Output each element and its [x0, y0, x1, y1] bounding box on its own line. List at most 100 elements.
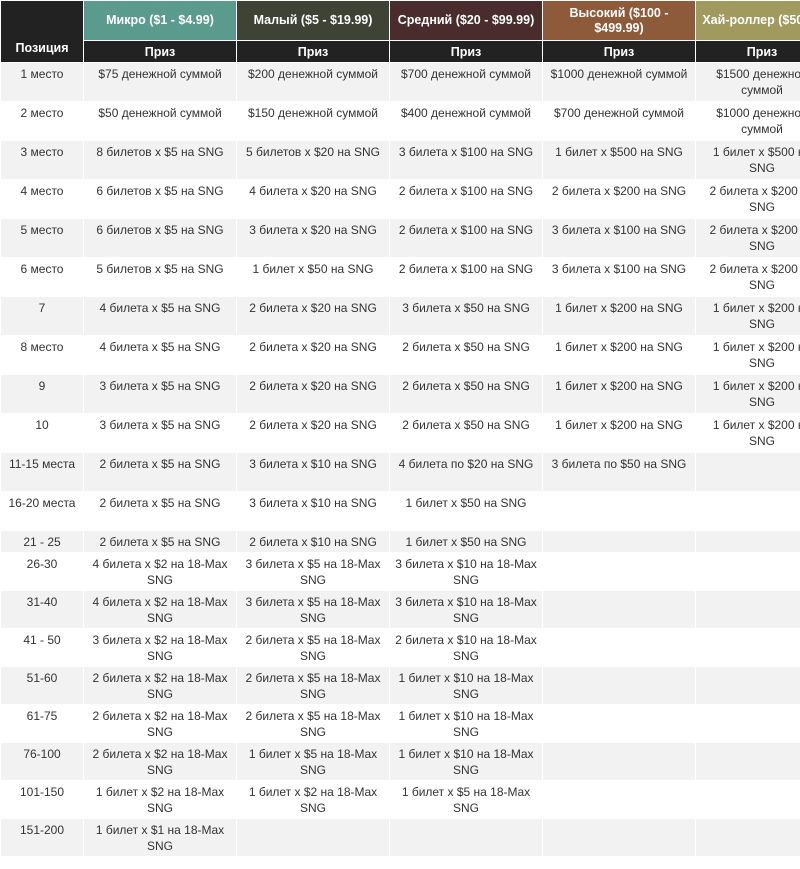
table-row: 5 место 6 билетов х $5 на SNG 3 билета х $… — [0, 218, 800, 258]
prize-cell: 1 билет х $50 на SNG — [236, 257, 390, 297]
prize-cell: 4 билета х $20 на SNG — [236, 179, 390, 219]
prize-cell: 1 билет х $1 на 18-Max SNG — [83, 818, 237, 857]
table-row: 61-75 2 билета х $2 на 18-Max SNG 2 билета… — [0, 704, 800, 743]
prize-cell — [542, 704, 696, 743]
prize-cell: 3 билета х $10 на SNG — [236, 491, 390, 531]
prize-cell — [695, 491, 800, 531]
prize-cell: 3 билета х $100 на SNG — [542, 218, 696, 258]
position-cell: 6 место — [0, 257, 84, 297]
prize-cell: $75 денежной суммой — [83, 62, 237, 102]
prize-cell: $400 денежной суммой — [389, 101, 543, 141]
position-cell: 9 — [0, 374, 84, 414]
table-header: Позиция Микро ($1 - $4.99) Малый ($5 - $… — [0, 0, 800, 63]
prize-cell — [389, 818, 543, 857]
prize-cell — [695, 704, 800, 743]
position-cell: 2 место — [0, 101, 84, 141]
prize-cell: $50 денежной суммой — [83, 101, 237, 141]
prize-cell: 1 билет х $200 на SNG — [542, 374, 696, 414]
table-row: 101-150 1 билет х $2 на 18-Max SNG 1 билет… — [0, 780, 800, 819]
position-cell: 101-150 — [0, 780, 84, 819]
prize-cell: 1 билет х $500 на SNG — [695, 140, 800, 180]
prize-cell — [695, 742, 800, 781]
prize-cell: 2 билета х $10 на SNG — [236, 530, 390, 553]
prize-cell: 3 билета по $50 на SNG — [542, 452, 696, 492]
prize-cell: 2 билета х $50 на SNG — [389, 413, 543, 453]
prize-cell — [542, 742, 696, 781]
position-cell: 8 место — [0, 335, 84, 375]
prize-cell: 1 билет х $50 на SNG — [389, 491, 543, 531]
prize-cell: 3 билета х $100 на SNG — [389, 140, 543, 180]
table-row: 10 3 билета х $5 на SNG 2 билета х $20 на … — [0, 413, 800, 453]
position-cell: 11-15 места — [0, 452, 84, 492]
prize-cell: 4 билета х $5 на SNG — [83, 296, 237, 336]
prize-cell: 5 билетов х $20 на SNG — [236, 140, 390, 180]
table-row: 11-15 места 2 билета х $5 на SNG 3 билета … — [0, 452, 800, 492]
prize-cell: 2 билета х $5 на 18-Max SNG — [236, 666, 390, 705]
prize-cell: 1 билет х $200 на SNG — [695, 335, 800, 375]
prize-cell: 5 билетов х $5 на SNG — [83, 257, 237, 297]
table-row: 4 место 6 билетов х $5 на SNG 4 билета х $… — [0, 179, 800, 219]
position-cell: 1 место — [0, 62, 84, 102]
prize-cell: 3 билета х $100 на SNG — [542, 257, 696, 297]
prize-header: Приз — [542, 40, 696, 63]
tier-header-highroller: Хай-роллер ($500+) — [695, 0, 800, 41]
prize-cell — [695, 666, 800, 705]
position-cell: 16-20 места — [0, 491, 84, 531]
prize-cell: 2 билета х $200 на SNG — [542, 179, 696, 219]
prize-cell: 2 билета х $2 на 18-Max SNG — [83, 666, 237, 705]
position-cell: 76-100 — [0, 742, 84, 781]
prize-cell: 1 билет х $50 на SNG — [389, 530, 543, 553]
prize-cell: 3 билета х $5 на SNG — [83, 374, 237, 414]
prize-cell: 2 билета х $200 на SNG — [695, 257, 800, 297]
prize-cell — [542, 530, 696, 553]
prize-cell: 2 билета х $5 на SNG — [83, 530, 237, 553]
table-row: 51-60 2 билета х $2 на 18-Max SNG 2 билета… — [0, 666, 800, 705]
prize-cell: 2 билета х $10 на 18-Max SNG — [389, 628, 543, 667]
prize-cell: 1 билет х $200 на SNG — [695, 296, 800, 336]
prize-cell: $1500 денежной суммой — [695, 62, 800, 102]
prize-cell: 3 билета х $50 на SNG — [389, 296, 543, 336]
prize-cell — [695, 590, 800, 629]
prize-cell: 2 билета х $5 на 18-Max SNG — [236, 704, 390, 743]
position-cell: 10 — [0, 413, 84, 453]
table-row: 2 место $50 денежной суммой $150 денежной … — [0, 101, 800, 141]
prize-cell: $700 денежной суммой — [542, 101, 696, 141]
table-body: 1 место $75 денежной суммой $200 денежной … — [0, 62, 800, 857]
table-row: 31-40 4 билета х $2 на 18-Max SNG 3 билета… — [0, 590, 800, 629]
table-row: 41 - 50 3 билета х $2 на 18-Max SNG 2 биле… — [0, 628, 800, 667]
prize-cell: 4 билета х $5 на SNG — [83, 335, 237, 375]
tier-header-row: Позиция Микро ($1 - $4.99) Малый ($5 - $… — [0, 0, 800, 63]
prize-cell: 3 билета х $2 на 18-Max SNG — [83, 628, 237, 667]
position-cell: 31-40 — [0, 590, 84, 629]
prize-cell: 2 билета х $200 на SNG — [695, 218, 800, 258]
prize-cell: $1000 денежной суммой — [695, 101, 800, 141]
prize-cell: 2 билета х $200 на SNG — [695, 179, 800, 219]
table-row: 16-20 места 2 билета х $5 на SNG 3 билета … — [0, 491, 800, 531]
prize-cell: 3 билета х $10 на SNG — [236, 452, 390, 492]
table-row: 3 место 8 билетов х $5 на SNG 5 билетов х … — [0, 140, 800, 180]
prize-cell: 6 билетов х $5 на SNG — [83, 179, 237, 219]
prize-cell: 2 билета х $20 на SNG — [236, 413, 390, 453]
prize-cell: 1 билет х $500 на SNG — [542, 140, 696, 180]
prize-cell — [695, 452, 800, 492]
prize-cell: 1 билет х $2 на 18-Max SNG — [83, 780, 237, 819]
table-row: 151-200 1 билет х $1 на 18-Max SNG — [0, 818, 800, 857]
prize-cell — [542, 628, 696, 667]
table-row: 76-100 2 билета х $2 на 18-Max SNG 1 билет… — [0, 742, 800, 781]
prize-cell: 1 билет х $200 на SNG — [542, 413, 696, 453]
position-cell: 21 - 25 — [0, 530, 84, 553]
prize-cell: 3 билета х $10 на 18-Max SNG — [389, 590, 543, 629]
prize-cell: 4 билета х $2 на 18-Max SNG — [83, 552, 237, 591]
prize-cell: $700 денежной суммой — [389, 62, 543, 102]
prize-header: Приз — [83, 40, 237, 63]
prize-header: Приз — [389, 40, 543, 63]
position-header: Позиция — [0, 0, 84, 63]
prize-cell: 1 билет х $10 на 18-Max SNG — [389, 704, 543, 743]
prize-cell — [542, 491, 696, 531]
prize-cell: $200 денежной суммой — [236, 62, 390, 102]
prize-cell: 3 билета х $10 на 18-Max SNG — [389, 552, 543, 591]
position-cell: 41 - 50 — [0, 628, 84, 667]
position-cell: 7 — [0, 296, 84, 336]
prize-cell — [542, 818, 696, 857]
prize-cell: 1 билет х $5 на 18-Max SNG — [389, 780, 543, 819]
